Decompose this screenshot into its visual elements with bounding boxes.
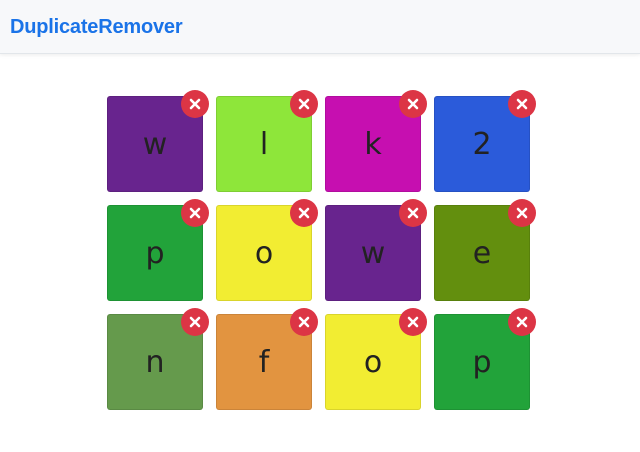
close-icon: [407, 98, 419, 110]
tile-letter: o: [363, 345, 383, 380]
remove-tile-button[interactable]: [290, 308, 318, 336]
tile[interactable]: p: [107, 199, 209, 301]
tile-letter: f: [258, 345, 270, 380]
tile-letter: p: [472, 345, 492, 380]
close-icon: [298, 316, 310, 328]
remove-tile-button[interactable]: [181, 308, 209, 336]
remove-tile-button[interactable]: [290, 199, 318, 227]
close-icon: [407, 207, 419, 219]
tile-letter: o: [254, 236, 274, 271]
remove-tile-button[interactable]: [508, 199, 536, 227]
remove-tile-button[interactable]: [290, 90, 318, 118]
close-icon: [189, 316, 201, 328]
tile-letter: e: [472, 236, 492, 271]
tile[interactable]: o: [216, 199, 318, 301]
tile-letter: k: [364, 127, 382, 162]
tile-letter: p: [145, 236, 165, 271]
close-icon: [298, 207, 310, 219]
tile[interactable]: o: [325, 308, 427, 410]
remove-tile-button[interactable]: [181, 199, 209, 227]
close-icon: [516, 98, 528, 110]
close-icon: [516, 207, 528, 219]
remove-tile-button[interactable]: [181, 90, 209, 118]
tile[interactable]: e: [434, 199, 536, 301]
tile[interactable]: k: [325, 90, 427, 192]
close-icon: [407, 316, 419, 328]
close-icon: [189, 207, 201, 219]
tile[interactable]: w: [107, 90, 209, 192]
tile[interactable]: f: [216, 308, 318, 410]
tile[interactable]: 2: [434, 90, 536, 192]
tile-grid: w l k 2 p o w e n f o p: [107, 90, 536, 410]
remove-tile-button[interactable]: [508, 90, 536, 118]
close-icon: [298, 98, 310, 110]
app-window: DuplicateRemover w l k 2 p o w e n f o p: [0, 0, 640, 452]
tile-letter: n: [145, 345, 165, 380]
tile[interactable]: l: [216, 90, 318, 192]
tile-letter: 2: [472, 127, 492, 162]
tile-letter: w: [142, 127, 168, 162]
remove-tile-button[interactable]: [399, 308, 427, 336]
remove-tile-button[interactable]: [508, 308, 536, 336]
tile[interactable]: w: [325, 199, 427, 301]
close-icon: [189, 98, 201, 110]
tile-letter: l: [259, 127, 269, 162]
app-title: DuplicateRemover: [10, 16, 183, 38]
tile[interactable]: p: [434, 308, 536, 410]
close-icon: [516, 316, 528, 328]
remove-tile-button[interactable]: [399, 199, 427, 227]
tile[interactable]: n: [107, 308, 209, 410]
remove-tile-button[interactable]: [399, 90, 427, 118]
tile-letter: w: [360, 236, 386, 271]
header-bar: DuplicateRemover: [0, 0, 640, 54]
